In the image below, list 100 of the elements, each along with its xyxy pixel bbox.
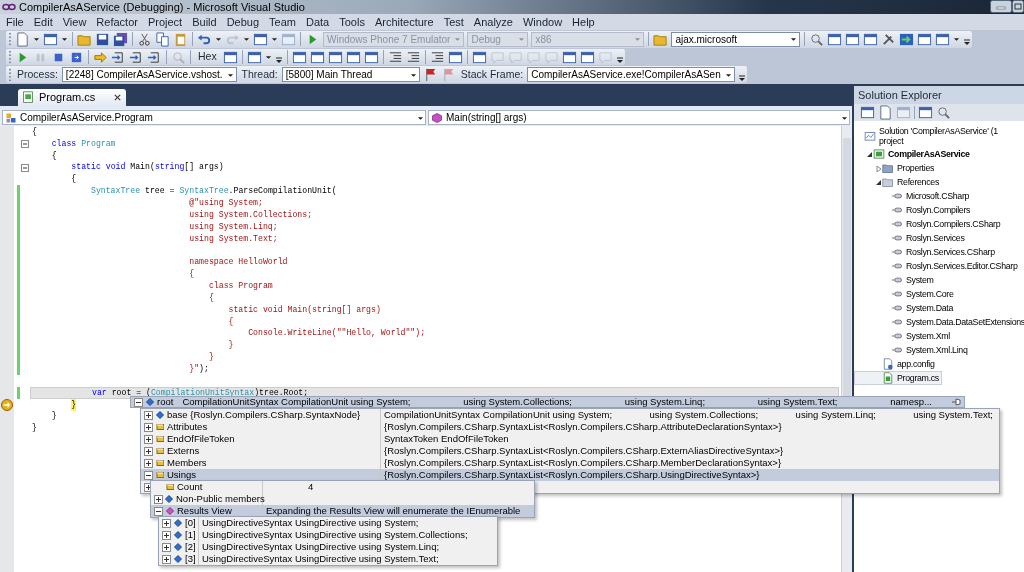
window-icon[interactable] [917, 31, 933, 47]
tree-item[interactable]: Roslyn.Services.Editor.CSharp [854, 259, 1024, 273]
menu-item[interactable]: Refactor [96, 13, 138, 31]
scissors-icon[interactable] [137, 31, 152, 47]
tree-item[interactable]: Program.cs [854, 371, 942, 385]
window-icon[interactable] [860, 105, 875, 120]
expand-icon[interactable] [154, 494, 163, 504]
window-icon[interactable] [363, 49, 379, 65]
expand-icon[interactable] [144, 434, 153, 444]
close-icon[interactable] [113, 93, 123, 102]
expand-icon[interactable] [162, 554, 171, 564]
magnifier-icon[interactable] [809, 31, 825, 47]
expand-icon[interactable] [144, 410, 153, 420]
menu-item[interactable]: Analyze [473, 13, 513, 31]
window-icon[interactable] [309, 49, 325, 65]
indent-icon[interactable] [429, 49, 445, 65]
tree-item[interactable]: CompilerAsAService [854, 147, 1024, 161]
menu-item[interactable]: File [6, 13, 24, 31]
dropdown[interactable]: [5800] Main Thread [281, 67, 420, 83]
menu-item[interactable]: Help [572, 13, 595, 31]
toolbar-grip[interactable] [8, 66, 12, 83]
menu-item[interactable]: Project [147, 13, 183, 31]
dropdown[interactable]: CompilerAsAService.exe!CompilerAsASen [527, 67, 735, 83]
datatip-row[interactable]: Results View Expanding the Results View will enumerate the IEnumerable [151, 505, 534, 517]
tree-item[interactable]: Roslyn.Services.CSharp [854, 245, 1024, 259]
window-icon[interactable] [246, 49, 262, 65]
window-icon[interactable] [43, 31, 58, 47]
tree-item[interactable]: References [854, 175, 1024, 189]
tree-item[interactable]: System.Xml [854, 329, 1024, 343]
copy-icon[interactable] [155, 31, 170, 47]
expand-icon[interactable] [162, 530, 171, 540]
window-icon[interactable] [935, 31, 951, 47]
indent-icon[interactable] [387, 49, 403, 65]
tree-item[interactable]: app.config [854, 357, 1024, 371]
dropdown[interactable]: [2248] CompilerAsAService.vshost. [61, 67, 237, 83]
clipboard-icon[interactable] [173, 31, 188, 47]
dropdown[interactable]: CompilerAsAService.Program [2, 110, 426, 125]
menu-item[interactable]: Data [306, 13, 330, 31]
collapse-icon[interactable] [144, 470, 153, 480]
indent-icon[interactable] [405, 49, 421, 65]
collapse-icon[interactable] [154, 506, 163, 516]
step-icon[interactable] [147, 49, 162, 65]
document-tab[interactable]: Program.cs [18, 89, 127, 106]
save-all-icon[interactable] [113, 31, 128, 47]
minimize-button[interactable] [990, 0, 1012, 13]
menu-item[interactable]: Window [522, 13, 563, 31]
menu-item[interactable]: Edit [33, 13, 53, 31]
pin-icon[interactable] [951, 398, 961, 406]
expand-icon[interactable] [144, 446, 153, 456]
tree-item[interactable]: Solution 'CompilerAsAService' (1 project [854, 125, 1024, 147]
tree-item[interactable]: Properties [854, 161, 1024, 175]
magnifier-icon[interactable] [936, 105, 951, 120]
tree-item[interactable]: System.Data [854, 301, 1024, 315]
tree-item[interactable]: Roslyn.Compilers [854, 203, 1024, 217]
tree-item[interactable]: Microsoft.CSharp [854, 189, 1024, 203]
datatip-row[interactable]: Usings {Roslyn.Compilers.CSharp.SyntaxList<Roslyn.Compilers.CSharp.UsingDirectiveSyntax>} [141, 469, 999, 481]
window-icon[interactable] [291, 49, 307, 65]
expand-icon[interactable] [162, 518, 171, 528]
window-icon[interactable] [579, 49, 595, 65]
dropdown[interactable]: ajax.microsoft [671, 31, 801, 47]
window-icon[interactable] [827, 31, 843, 47]
menu-item[interactable]: Test [443, 13, 464, 31]
window-icon[interactable] [471, 49, 487, 65]
toolbar-grip[interactable] [8, 49, 12, 65]
tree-item[interactable]: System.Xml.Linq [854, 343, 1024, 357]
window-icon[interactable] [253, 31, 268, 47]
dropdown[interactable]: Main(string[] args) [428, 110, 850, 125]
save-icon[interactable] [95, 31, 110, 47]
tree-item[interactable]: System.Data.DataSetExtensions [854, 315, 1024, 329]
menu-item[interactable]: Build [192, 13, 217, 31]
tree-item[interactable]: Roslyn.Compilers.CSharp [854, 217, 1024, 231]
window-icon[interactable] [918, 105, 933, 120]
expand-icon[interactable] [144, 422, 153, 432]
menu-item[interactable]: View [62, 13, 87, 31]
hex-button[interactable]: Hex [195, 49, 220, 65]
arrow-icon[interactable] [93, 49, 108, 65]
expander-icon[interactable] [865, 150, 873, 158]
window-icon[interactable] [222, 49, 238, 65]
menu-item[interactable]: Debug [226, 13, 260, 31]
step-icon[interactable] [111, 49, 126, 65]
expand-icon[interactable] [162, 542, 171, 552]
window-icon[interactable] [345, 49, 361, 65]
tools-icon[interactable] [881, 31, 897, 47]
tree-item[interactable]: Roslyn.Services [854, 231, 1024, 245]
menu-item[interactable]: Architecture [374, 13, 434, 31]
toolbar-grip[interactable] [8, 31, 12, 48]
expander-icon[interactable] [874, 178, 882, 186]
window-icon[interactable] [327, 49, 343, 65]
expand-icon[interactable] [144, 458, 153, 468]
step-icon[interactable] [129, 49, 144, 65]
tree-item[interactable]: System.Core [854, 287, 1024, 301]
window-icon[interactable] [845, 31, 861, 47]
menu-item[interactable]: Team [269, 13, 296, 31]
window-icon[interactable] [863, 31, 879, 47]
datatip-tooltip[interactable]: root CompilationUnitSyntax CompilationUnit using System; using System.Collections; using System.Linq; using System.Text; namesp... [130, 396, 965, 408]
window-icon[interactable] [447, 49, 463, 65]
maximize-button[interactable] [1012, 0, 1024, 13]
menu-item[interactable]: Tools [339, 13, 365, 31]
tree-item[interactable]: System [854, 273, 1024, 287]
collapse-icon[interactable] [134, 397, 143, 407]
